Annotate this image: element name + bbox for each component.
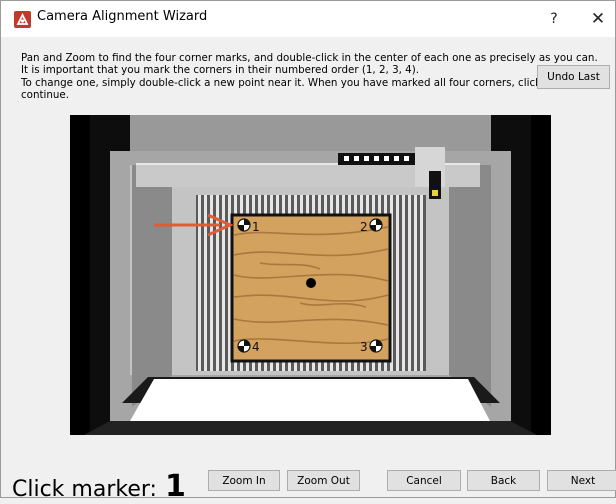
instruction-line-2: It is important that you mark the corner… xyxy=(21,64,420,77)
carriage-mark xyxy=(374,156,379,161)
vent-stripe xyxy=(420,195,423,371)
wizard-app-icon xyxy=(14,11,31,28)
vent-stripe xyxy=(210,195,213,371)
enclosure-front-lip xyxy=(84,421,537,435)
instructions-text: Pan and Zoom to find the four corner mar… xyxy=(21,52,598,102)
vent-stripe xyxy=(204,195,207,371)
carriage-mark xyxy=(384,156,389,161)
vent-stripe xyxy=(402,195,405,371)
instruction-line-1: Pan and Zoom to find the four corner mar… xyxy=(21,52,598,64)
carriage-mark xyxy=(404,156,409,161)
corner-mark-1-label: 1 xyxy=(252,220,260,234)
instruction-line-3: To change one, simply double-click a new… xyxy=(21,76,582,89)
corner-mark-3-label: 3 xyxy=(360,340,368,354)
click-marker-label: Click marker: xyxy=(12,477,157,502)
click-marker-number: 1 xyxy=(164,469,186,504)
carriage-mark xyxy=(394,156,399,161)
laser-head-light xyxy=(432,190,438,196)
wizard-window: Camera Alignment Wizard ? ✕ Pan and Zoom… xyxy=(0,0,616,504)
board-center-dot xyxy=(306,278,316,288)
vent-stripe xyxy=(198,195,201,371)
next-button[interactable]: Next xyxy=(547,470,616,491)
window-title: Camera Alignment Wizard xyxy=(37,9,208,24)
vent-stripe xyxy=(414,195,417,371)
enclosure-floor xyxy=(130,379,490,421)
vent-stripe xyxy=(396,195,399,371)
camera-image-viewer[interactable]: 1 2 3 4 xyxy=(70,115,551,435)
inner-left-wall xyxy=(132,165,172,407)
corner-mark-2-label: 2 xyxy=(360,220,368,234)
help-button[interactable]: ? xyxy=(535,1,573,37)
cancel-button[interactable]: Cancel xyxy=(387,470,461,491)
carriage-mark xyxy=(354,156,359,161)
undo-last-button[interactable]: Undo Last xyxy=(537,65,610,89)
title-bar: Camera Alignment Wizard ? ✕ xyxy=(1,1,615,37)
instruction-line-4: continue. xyxy=(21,89,70,102)
back-button[interactable]: Back xyxy=(467,470,540,491)
zoom-out-button[interactable]: Zoom Out xyxy=(287,470,360,491)
vent-stripe xyxy=(408,195,411,371)
inner-right-wall xyxy=(449,165,491,407)
carriage-mark xyxy=(344,156,349,161)
close-button[interactable]: ✕ xyxy=(579,1,616,37)
carriage-mark xyxy=(364,156,369,161)
corner-mark-4-label: 4 xyxy=(252,340,260,354)
zoom-in-button[interactable]: Zoom In xyxy=(208,470,280,491)
click-marker-indicator: Click marker: 1 xyxy=(12,469,186,504)
